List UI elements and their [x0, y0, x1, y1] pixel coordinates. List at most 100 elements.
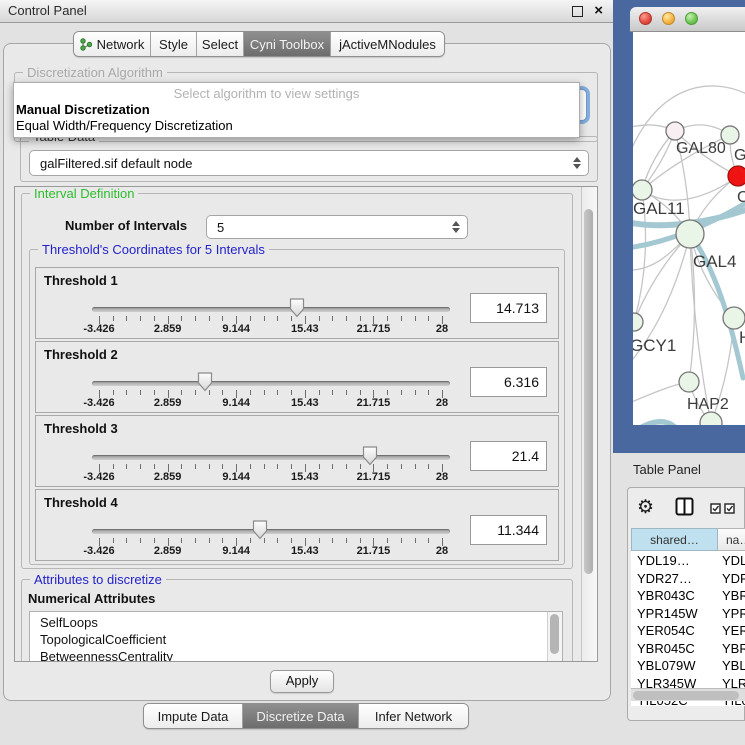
settings-scrollpane: Interval Definition Number of Intervals … [14, 186, 598, 662]
network-node-gcy1[interactable] [633, 313, 643, 331]
zoom-traffic-light-icon[interactable] [685, 12, 698, 25]
tick-label: 21.715 [357, 397, 391, 409]
algorithm-dropdown-popup: Select algorithm to view settings Manual… [13, 82, 580, 138]
float-window-icon[interactable] [572, 6, 583, 17]
columns-icon[interactable] [675, 497, 694, 521]
threshold-value-field[interactable]: 14.713 [470, 293, 547, 323]
tick-label: 15.43 [291, 397, 319, 409]
tick-label: -3.426 [83, 397, 114, 409]
tab-label: Network [97, 37, 145, 52]
threshold-label: Threshold 1 [44, 273, 118, 288]
table-panel: Table Panel ⚙ shared…na… YDL19…YDL1YDR27… [613, 453, 745, 745]
dropdown-item-manual-discretization[interactable]: Manual Discretization [16, 102, 150, 117]
tab-jactivemnodules[interactable]: jActiveMNodules [331, 32, 444, 56]
tab-infer-network[interactable]: Infer Network [359, 704, 468, 728]
tick-label: -3.426 [83, 323, 114, 335]
threshold-panel-4: Threshold 4-3.4262.8599.14415.4321.71528… [35, 489, 559, 561]
tick-label: 28 [436, 323, 448, 335]
network-node-gal11[interactable] [633, 180, 652, 200]
node-table[interactable]: shared…na… YDL19…YDL1YDR27…YDR2YBR043CYB… [631, 528, 745, 706]
network-graph: GAL80GACGAL11GAL4GCY1HHAP2 [633, 32, 745, 425]
tick-label: 2.859 [154, 323, 182, 335]
combo-arrows-icon [573, 157, 581, 169]
threshold-slider-track[interactable] [92, 307, 450, 312]
list-item[interactable]: SelfLoops [30, 614, 562, 631]
threshold-slider-thumb[interactable] [362, 446, 378, 466]
combo-arrows-icon [452, 221, 460, 233]
threshold-label: Threshold 4 [44, 495, 118, 510]
table-horizontal-scrollbar[interactable] [631, 688, 745, 701]
threshold-slider-track[interactable] [92, 529, 450, 534]
threshold-slider-thumb[interactable] [289, 298, 305, 318]
control-panel-title: Control Panel [8, 3, 87, 18]
table-data-combobox[interactable]: galFiltered.sif default node [29, 150, 589, 176]
settings-scrollbar[interactable] [581, 187, 597, 661]
network-node-h[interactable] [723, 307, 745, 329]
list-item[interactable]: BetweennessCentrality [30, 648, 562, 662]
threshold-value-field[interactable]: 11.344 [470, 515, 547, 545]
threshold-slider-track[interactable] [92, 455, 450, 460]
network-node-hap2[interactable] [679, 372, 699, 392]
network-node-label: GAL4 [693, 252, 736, 271]
interval-definition-legend: Interval Definition [30, 186, 138, 201]
column-header-1[interactable]: shared… [631, 528, 718, 551]
list-item[interactable]: TopologicalCoefficient [30, 631, 562, 648]
table-panel-title: Table Panel [633, 462, 701, 477]
control-panel-tabs: Network StyleSelectCyni Toolbox jActiveMNo… [73, 31, 445, 57]
number-of-intervals-combobox[interactable]: 5 [206, 215, 468, 239]
tick-label: 2.859 [154, 471, 182, 483]
threshold-panel-3: Threshold 3-3.4262.8599.14415.4321.71528… [35, 415, 559, 487]
threshold-value-field[interactable]: 6.316 [470, 367, 547, 397]
dropdown-placeholder: Select algorithm to view settings [14, 86, 519, 101]
threshold-value-field[interactable]: 21.4 [470, 441, 547, 471]
network-node-label: HAP2 [687, 396, 729, 413]
threshold-slider-thumb[interactable] [252, 520, 268, 540]
table-data-group: Table Data galFiltered.sif default node [20, 136, 598, 182]
network-node-label: H [739, 328, 745, 347]
tick-label: 28 [436, 471, 448, 483]
minimize-traffic-light-icon[interactable] [662, 12, 675, 25]
tick-label: 2.859 [154, 397, 182, 409]
threshold-panel-1: Threshold 1-3.4262.8599.14415.4321.71528… [35, 267, 559, 339]
tab-network[interactable]: Network [74, 32, 151, 56]
list-scrollbar[interactable] [547, 612, 562, 662]
table-data-value: galFiltered.sif default node [30, 156, 192, 171]
tick-label: 9.144 [222, 471, 250, 483]
tab-select[interactable]: Select [197, 32, 244, 56]
tab-label: jActiveMNodules [339, 37, 436, 52]
cyni-bottom-tabs: Impute DataDiscretize DataInfer Network [143, 703, 469, 729]
tab-discretize-data[interactable]: Discretize Data [243, 704, 359, 728]
network-node-ga[interactable] [721, 126, 739, 144]
apply-button[interactable]: Apply [270, 670, 334, 693]
numerical-attributes-list[interactable]: SelfLoopsTopologicalCoefficientBetweenne… [29, 611, 563, 662]
tick-label: 9.144 [222, 545, 250, 557]
tick-label: 21.715 [357, 545, 391, 557]
close-traffic-light-icon[interactable] [639, 12, 652, 25]
tick-label: 28 [436, 397, 448, 409]
close-icon[interactable]: × [594, 1, 603, 21]
network-canvas[interactable]: GAL80GACGAL11GAL4GCY1HHAP2 [633, 32, 745, 425]
column-header-2[interactable]: na… [718, 528, 745, 551]
network-node-gal80[interactable] [666, 122, 684, 140]
checkbox-icon[interactable] [724, 501, 735, 519]
thresholds-legend: Threshold's Coordinates for 5 Intervals [38, 242, 269, 257]
network-window-titlebar [630, 7, 745, 32]
network-node-c[interactable] [728, 166, 745, 186]
tab-cyni-toolbox[interactable]: Cyni Toolbox [244, 32, 331, 56]
discretization-algorithm-legend: Discretization Algorithm [23, 65, 167, 80]
dropdown-item-equal-width-frequency[interactable]: Equal Width/Frequency Discretization [16, 118, 233, 133]
threshold-slider-thumb[interactable] [197, 372, 213, 392]
network-node-gal4[interactable] [676, 220, 704, 248]
threshold-slider-track[interactable] [92, 381, 450, 386]
tick-label: 9.144 [222, 397, 250, 409]
threshold-label: Threshold 3 [44, 421, 118, 436]
tick-label: 28 [436, 545, 448, 557]
gear-icon[interactable]: ⚙ [637, 496, 654, 519]
checkbox-icon[interactable] [710, 501, 721, 519]
tab-style[interactable]: Style [151, 32, 197, 56]
network-node-label: GAL80 [676, 140, 726, 157]
network-node-label: GCY1 [633, 336, 676, 355]
network-node-label: GAL11 [633, 199, 685, 218]
tab-impute-data[interactable]: Impute Data [144, 704, 243, 728]
tick-label: 2.859 [154, 545, 182, 557]
